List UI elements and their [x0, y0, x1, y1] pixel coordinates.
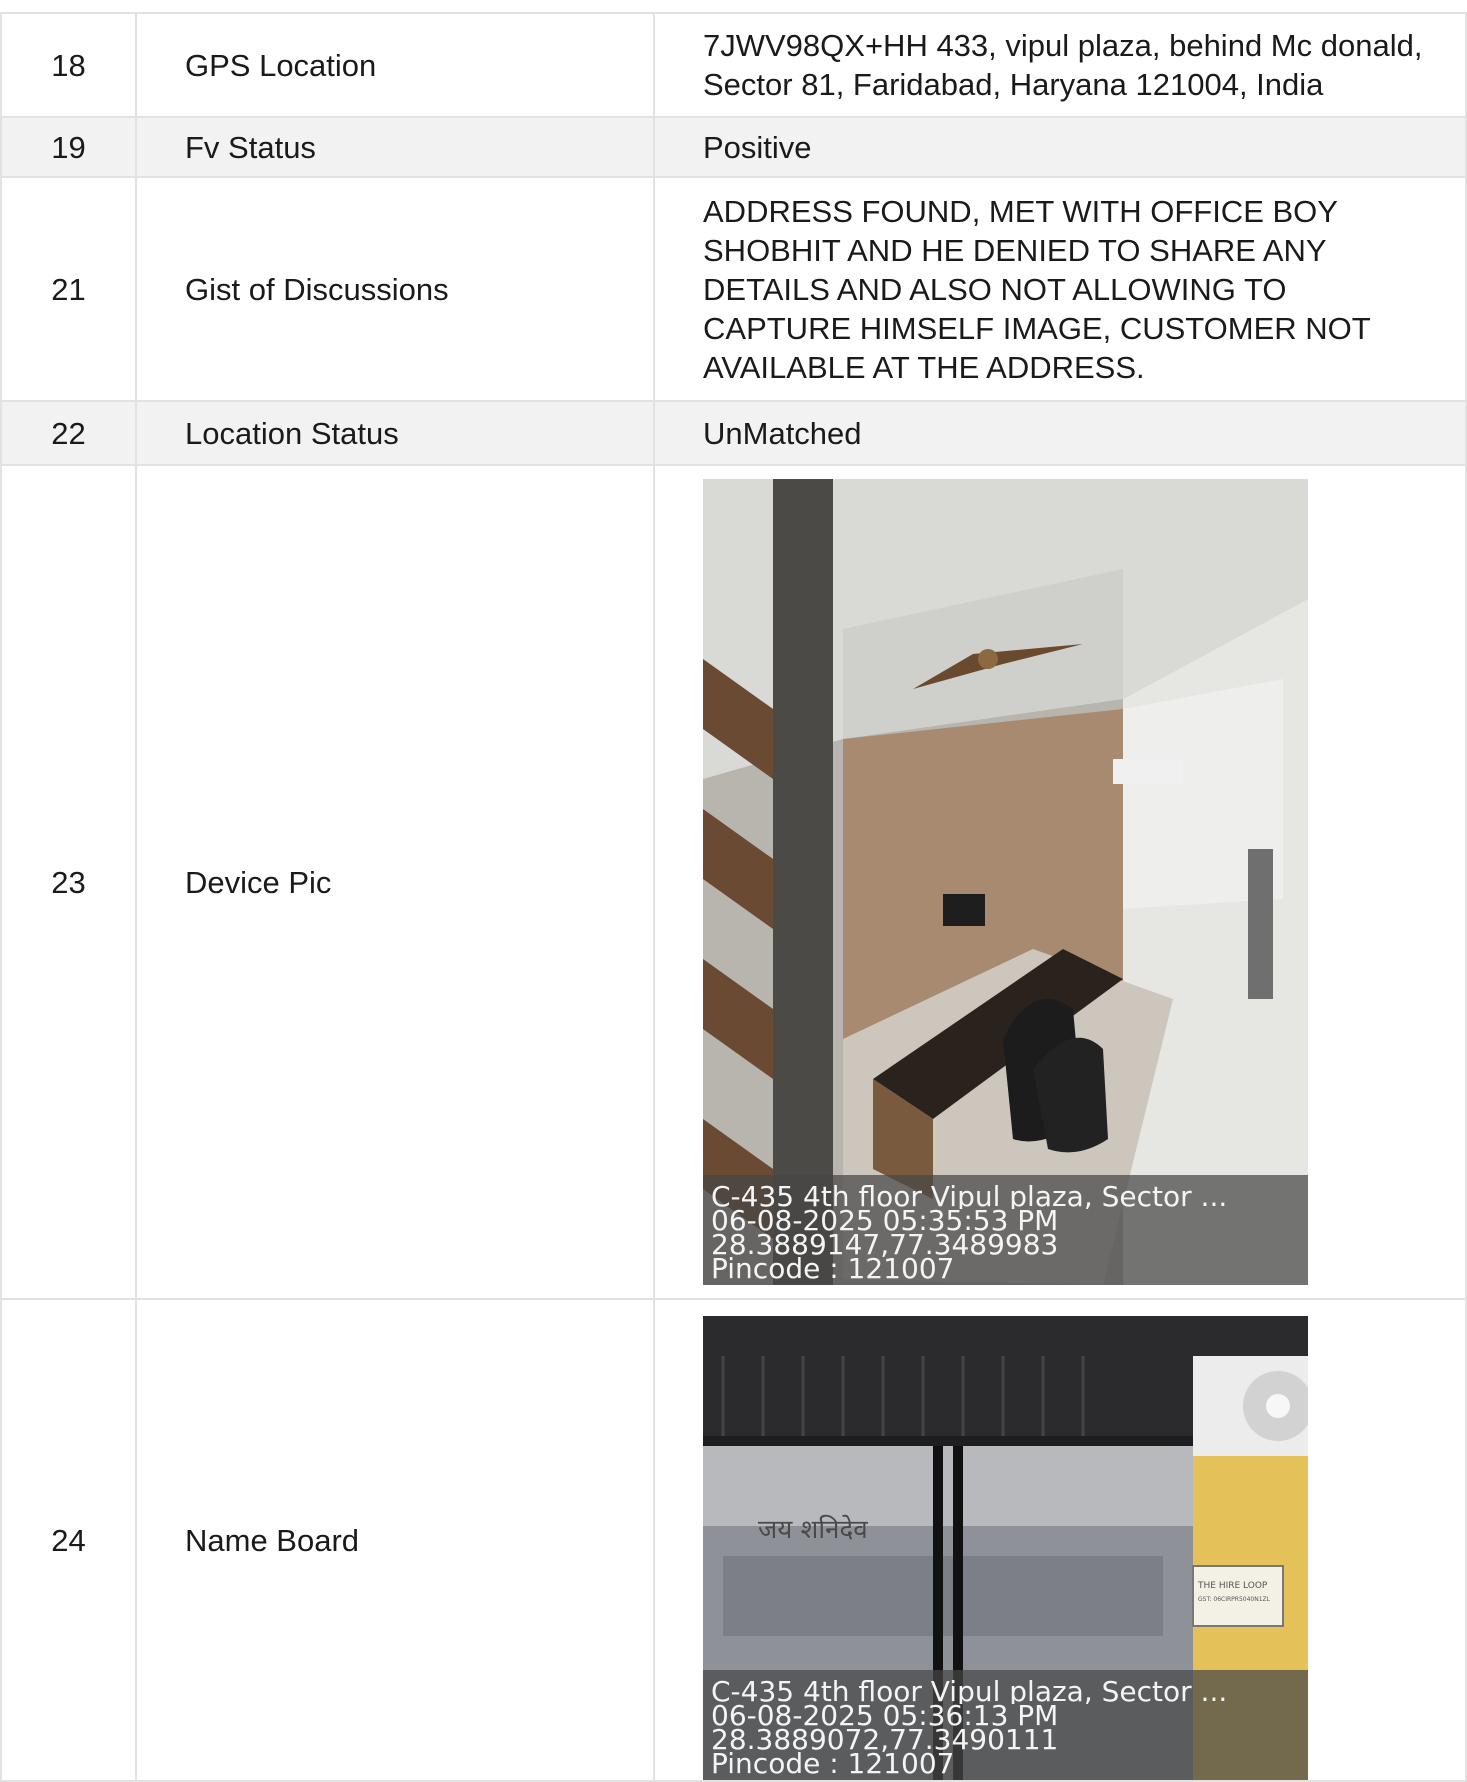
- field-value: ADDRESS FOUND, MET WITH OFFICE BOY SHOBH…: [653, 176, 1467, 402]
- caption-address: C-435 4th floor Vipul plaza, Sector ...: [711, 1680, 1228, 1704]
- verification-report-table: 18 GPS Location 7JWV98QX+HH 433, vipul p…: [0, 12, 1467, 1782]
- field-label: Location Status: [135, 400, 655, 466]
- field-label: Gist of Discussions: [135, 176, 655, 402]
- name-board-photo: जय शनिदेव THE HIRE LOOP GST: 06CIRPR5040…: [703, 1316, 1308, 1780]
- field-value: 7JWV98QX+HH 433, vipul plaza, behind Mc …: [653, 12, 1467, 118]
- caption-pincode: Pincode : 121007: [711, 1752, 955, 1776]
- board-gst-text: GST: 06CIRPR5040N1ZL: [1198, 1596, 1271, 1603]
- caption-pincode: Pincode : 121007: [711, 1257, 955, 1281]
- table-row: 23 Device Pic C-435 4th floor Vipul plaz…: [0, 464, 1467, 1300]
- caption-timestamp: 06-08-2025 05:36:13 PM: [711, 1704, 1059, 1728]
- row-number: 23: [0, 464, 137, 1300]
- photo-cell: जय शनिदेव THE HIRE LOOP GST: 06CIRPR5040…: [653, 1298, 1467, 1782]
- row-number: 18: [0, 12, 137, 118]
- row-number: 21: [0, 176, 137, 402]
- caption-coordinates: 28.3889072,77.3490111: [711, 1728, 1059, 1752]
- field-label: Device Pic: [135, 464, 655, 1300]
- device-photo: C-435 4th floor Vipul plaza, Sector ... …: [703, 479, 1308, 1285]
- table-row: 22 Location Status UnMatched: [0, 400, 1467, 466]
- caption-address: C-435 4th floor Vipul plaza, Sector ...: [711, 1185, 1228, 1209]
- field-label: GPS Location: [135, 12, 655, 118]
- field-label: Name Board: [135, 1298, 655, 1782]
- caption-timestamp: 06-08-2025 05:35:53 PM: [711, 1209, 1059, 1233]
- board-name-text: THE HIRE LOOP: [1197, 1581, 1268, 1591]
- field-value: UnMatched: [653, 400, 1467, 466]
- caption-coordinates: 28.3889147,77.3489983: [711, 1233, 1059, 1257]
- table-row: 19 Fv Status Positive: [0, 116, 1467, 178]
- table-row: 24 Name Board जय शनिदेव THE HIRE LOOP GS…: [0, 1298, 1467, 1782]
- field-value: Positive: [653, 116, 1467, 178]
- row-number: 22: [0, 400, 137, 466]
- field-label: Fv Status: [135, 116, 655, 178]
- table-row: 21 Gist of Discussions ADDRESS FOUND, ME…: [0, 176, 1467, 402]
- row-number: 24: [0, 1298, 137, 1782]
- photo-caption: C-435 4th floor Vipul plaza, Sector ... …: [703, 1670, 1308, 1780]
- photo-caption: C-435 4th floor Vipul plaza, Sector ... …: [703, 1175, 1308, 1285]
- photo-cell: C-435 4th floor Vipul plaza, Sector ... …: [653, 464, 1467, 1300]
- row-number: 19: [0, 116, 137, 178]
- sign-text: जय शनिदेव: [758, 1514, 868, 1545]
- table-row: 18 GPS Location 7JWV98QX+HH 433, vipul p…: [0, 12, 1467, 118]
- office-interior-image: [703, 479, 1308, 1285]
